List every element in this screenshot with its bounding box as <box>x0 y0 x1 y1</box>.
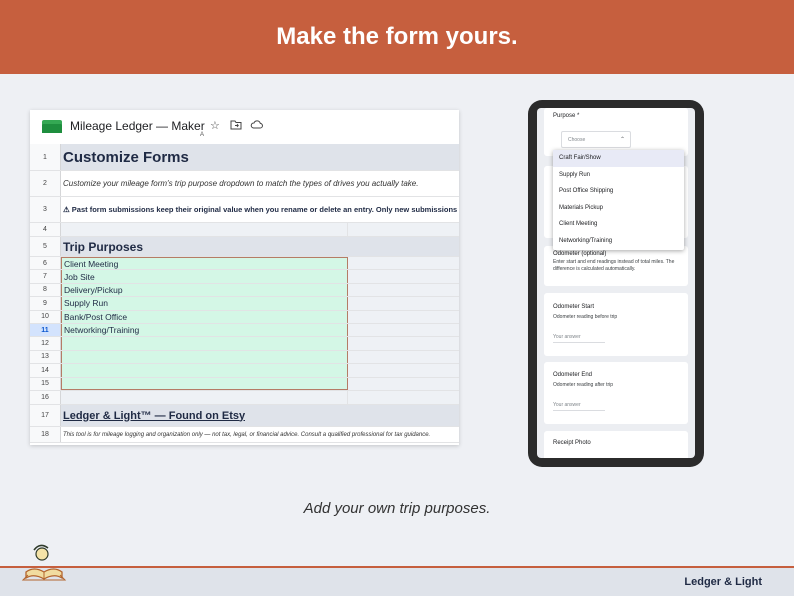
trip-purpose-cell[interactable] <box>61 350 348 364</box>
sheet-row[interactable]: 13 <box>30 350 459 365</box>
dropdown-option[interactable]: Materials Pickup <box>553 200 684 217</box>
sheet-row[interactable]: 7 Job Site <box>30 270 459 284</box>
chevron-up-icon: ⌃ <box>619 137 625 143</box>
odometer-optional-title: Odometer (optional) <box>553 251 607 257</box>
purpose-select[interactable]: Choose ⌃ <box>561 131 631 148</box>
dropdown-option[interactable]: Supply Run <box>553 167 684 184</box>
dropdown-option[interactable]: Client Meeting <box>553 216 684 233</box>
footer-bar: Ledger & Light <box>0 566 794 596</box>
sheet-cell[interactable]: Customize your mileage form's trip purpo… <box>61 171 418 196</box>
trip-purpose-cell[interactable]: Bank/Post Office <box>61 310 348 323</box>
brand-link[interactable]: Ledger & Light™ — Found on Etsy <box>61 405 245 426</box>
trip-purpose-cell[interactable] <box>61 364 348 377</box>
banner-title: Make the form yours. <box>276 23 518 50</box>
sheet-row[interactable]: 16 <box>30 391 459 405</box>
sheet-row[interactable]: 8 Delivery/Pickup <box>30 283 459 298</box>
odometer-end-title: Odometer End <box>553 372 593 378</box>
sheet-heading[interactable]: Customize Forms <box>61 144 189 170</box>
sheet-row[interactable]: 4 <box>30 223 459 237</box>
trip-purpose-cell[interactable]: Job Site <box>61 270 348 283</box>
sheet-row[interactable]: 10 Bank/Post Office <box>30 310 459 324</box>
warning-note[interactable]: ⚠ Past form submissions keep their origi… <box>61 197 459 222</box>
odometer-start-input[interactable]: Your answer <box>553 334 605 343</box>
receipt-photo-title: Receipt Photo <box>553 440 591 446</box>
odometer-start-help: Odometer reading before trip <box>553 314 618 320</box>
row-number-selected[interactable]: 11 <box>30 324 61 337</box>
trip-purpose-cell[interactable]: Networking/Training <box>61 324 348 337</box>
doc-title[interactable]: Mileage Ledger — Maker <box>70 119 205 133</box>
sheet-row[interactable]: 6 Client Meeting <box>30 257 459 271</box>
top-banner: Make the form yours. <box>0 0 794 74</box>
sheet-row[interactable]: 15 <box>30 377 459 391</box>
row-number[interactable]: 12 <box>30 337 61 350</box>
column-header-a[interactable]: A <box>200 132 204 138</box>
sheet-row[interactable]: 18 This tool is for mileage logging and … <box>30 427 459 443</box>
sheet-row[interactable]: 5 Trip Purposes <box>30 237 459 257</box>
row-number[interactable]: 14 <box>30 364 61 377</box>
row-number[interactable]: 10 <box>30 310 61 323</box>
row-number[interactable]: 6 <box>30 257 61 270</box>
footer-brand: Ledger & Light <box>684 576 762 588</box>
purpose-dropdown-menu[interactable]: Craft Fair/Show Supply Run Post Office S… <box>553 150 684 250</box>
odometer-end-card: Odometer End Odometer reading after trip… <box>544 362 688 424</box>
row-number[interactable]: 17 <box>30 405 61 426</box>
purpose-label: Purpose * <box>553 113 580 119</box>
dropdown-option[interactable]: Post Office Shipping <box>553 183 684 200</box>
book-lamp-logo-icon <box>20 542 68 584</box>
dropdown-option[interactable]: Networking/Training <box>553 233 684 250</box>
disclaimer-text[interactable]: This tool is for mileage logging and org… <box>61 427 430 442</box>
sheet-row[interactable]: 17 Ledger & Light™ — Found on Etsy <box>30 405 459 427</box>
purpose-question-card: Purpose * Choose ⌃ <box>544 108 688 156</box>
sheets-logo-icon[interactable] <box>42 120 62 133</box>
star-icon[interactable]: ☆ <box>210 119 220 133</box>
row-number[interactable]: 18 <box>30 427 61 442</box>
odometer-start-title: Odometer Start <box>553 304 595 310</box>
section-heading[interactable]: Trip Purposes <box>61 237 143 256</box>
cloud-icon[interactable] <box>250 119 263 133</box>
sheet-row[interactable]: 11 Networking/Training <box>30 324 459 338</box>
row-number[interactable]: 8 <box>30 283 61 297</box>
sheet-row[interactable]: 9 Supply Run <box>30 297 459 311</box>
row-number[interactable]: 5 <box>30 237 61 256</box>
odometer-optional-help: Enter start and end readings instead of … <box>553 259 675 272</box>
sheet-toolbar: Mileage Ledger — Maker ☆ A <box>30 110 459 138</box>
odometer-optional-card: Odometer (optional) Enter start and end … <box>544 246 688 286</box>
sheet-row[interactable]: 3 ⚠ Past form submissions keep their ori… <box>30 197 459 223</box>
sheet-row[interactable]: 2 Customize your mileage form's trip pur… <box>30 171 459 197</box>
row-number[interactable]: 1 <box>30 144 61 170</box>
receipt-photo-card: Receipt Photo <box>544 431 688 458</box>
phone-mockup: Purpose * Choose ⌃ Odometer (optional) E… <box>528 100 704 467</box>
row-number[interactable]: 4 <box>30 223 61 236</box>
row-number[interactable]: 13 <box>30 350 61 364</box>
row-number[interactable]: 2 <box>30 171 61 196</box>
sheet-row[interactable]: 14 <box>30 364 459 378</box>
row-number[interactable]: 3 <box>30 197 61 222</box>
row-number[interactable]: 16 <box>30 391 61 404</box>
trip-purpose-cell[interactable] <box>61 337 348 350</box>
trip-purpose-cell[interactable]: Client Meeting <box>61 257 348 270</box>
sheet-row[interactable]: 12 <box>30 337 459 351</box>
google-form-screen: Purpose * Choose ⌃ Odometer (optional) E… <box>537 108 695 458</box>
trip-purpose-cell[interactable]: Delivery/Pickup <box>61 283 348 297</box>
choose-placeholder: Choose <box>568 136 586 143</box>
folder-move-icon[interactable] <box>230 119 242 134</box>
row-number[interactable]: 7 <box>30 270 61 283</box>
odometer-start-card: Odometer Start Odometer reading before t… <box>544 293 688 356</box>
odometer-end-help: Odometer reading after trip <box>553 382 614 388</box>
sheet-row[interactable]: 1 Customize Forms <box>30 144 459 171</box>
row-number[interactable]: 15 <box>30 377 61 390</box>
trip-purpose-cell[interactable]: Supply Run <box>61 297 348 310</box>
row-number[interactable]: 9 <box>30 297 61 310</box>
trip-purpose-cell[interactable] <box>61 377 348 390</box>
odometer-end-input[interactable]: Your answer <box>553 402 605 411</box>
spreadsheet-window: Mileage Ledger — Maker ☆ A 1 Customize F… <box>30 110 459 445</box>
caption-text: Add your own trip purposes. <box>303 500 491 517</box>
dropdown-option[interactable]: Craft Fair/Show <box>553 150 684 167</box>
